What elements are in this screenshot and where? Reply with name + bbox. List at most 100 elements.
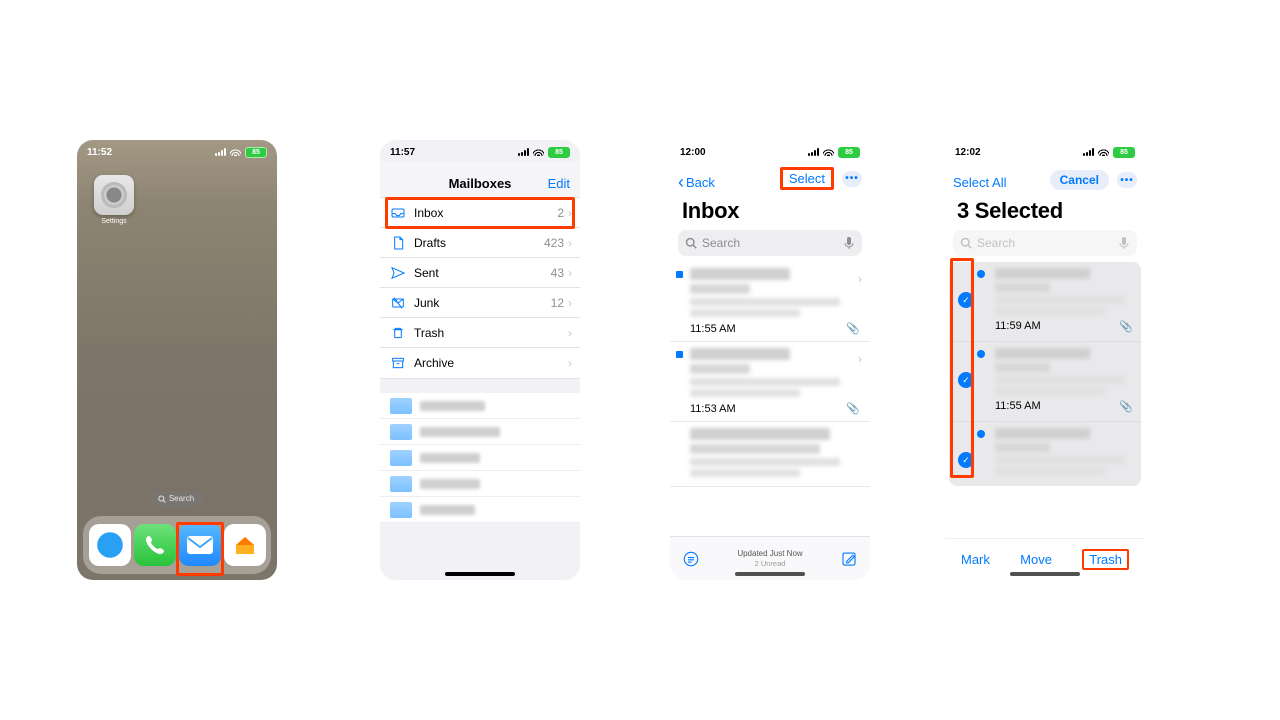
drafts-icon <box>390 235 406 251</box>
preview-blurred <box>995 387 1105 395</box>
message-row[interactable]: › 11:55 AM 📎 <box>670 262 870 342</box>
sender-blurred <box>690 428 830 440</box>
subject-blurred <box>995 363 1050 372</box>
subject-blurred <box>690 364 750 374</box>
archive-icon <box>390 355 406 371</box>
sender-blurred <box>690 268 790 280</box>
message-time: 11:55 AM <box>995 400 1041 413</box>
message-row[interactable]: ✓ 11:55 AM📎 <box>949 342 1141 422</box>
attachment-icon: 📎 <box>1119 400 1133 413</box>
more-button[interactable]: ••• <box>1117 172 1137 188</box>
highlight-inbox-row <box>385 197 575 229</box>
select-button[interactable]: Select <box>780 167 834 190</box>
settings-app[interactable]: Settings <box>92 175 136 225</box>
status-right: 85 <box>808 147 860 158</box>
preview-blurred <box>995 307 1105 315</box>
mailbox-junk[interactable]: Junk 12 › <box>380 288 580 318</box>
status-bar: 12:02 85 <box>945 140 1145 162</box>
wifi-icon <box>1098 148 1109 156</box>
trash-button[interactable]: Trash <box>1082 549 1129 570</box>
nav-bar: Select All Cancel ••• <box>945 162 1145 196</box>
message-time: 11:55 AM <box>690 323 736 335</box>
safari-app[interactable] <box>89 524 131 566</box>
sender-blurred <box>995 268 1090 279</box>
cellular-icon <box>1083 148 1094 156</box>
status-right: 85 <box>1083 147 1135 158</box>
preview-blurred <box>690 378 840 386</box>
message-time: 11:53 AM <box>690 403 736 415</box>
phone-app[interactable] <box>134 524 176 566</box>
home-indicator[interactable] <box>445 572 515 576</box>
folder-row[interactable] <box>380 497 580 523</box>
unread-indicator <box>676 351 683 358</box>
chevron-right-icon: › <box>566 266 574 280</box>
preview-blurred <box>995 296 1125 304</box>
status-bar: 12:00 85 <box>670 140 870 162</box>
clock: 12:00 <box>680 147 706 158</box>
folder-row[interactable] <box>380 393 580 419</box>
search-placeholder: Search <box>977 236 1015 250</box>
attachment-icon: 📎 <box>1119 320 1133 333</box>
mark-button[interactable]: Mark <box>961 552 990 567</box>
folder-row[interactable] <box>380 445 580 471</box>
cancel-button[interactable]: Cancel <box>1050 170 1109 190</box>
folder-icon <box>390 502 412 518</box>
message-row[interactable] <box>670 422 870 487</box>
home-screen: 11:52 85 Settings Search <box>77 140 277 580</box>
cellular-icon <box>808 148 819 156</box>
edit-button[interactable]: Edit <box>548 176 570 191</box>
sender-blurred <box>690 348 790 360</box>
folder-label-blurred <box>420 453 480 463</box>
move-button[interactable]: Move <box>1020 552 1052 567</box>
home-app[interactable] <box>224 524 266 566</box>
inbox-screen: 12:00 85 Back Select ••• Inbox Search › … <box>670 140 870 580</box>
subject-blurred <box>690 444 820 454</box>
search-field[interactable]: Search <box>678 230 862 256</box>
home-indicator[interactable] <box>1010 572 1080 576</box>
filter-button[interactable] <box>682 550 700 568</box>
search-icon <box>960 237 972 249</box>
account-section <box>380 393 580 523</box>
unread-indicator <box>676 271 683 278</box>
home-indicator[interactable] <box>735 572 805 576</box>
folder-label-blurred <box>420 401 485 411</box>
folder-row[interactable] <box>380 471 580 497</box>
message-row[interactable]: ✓ 11:59 AM📎 <box>949 262 1141 342</box>
mailboxes-screen: 11:57 85 Mailboxes Edit Inbox 2 › Drafts… <box>380 140 580 580</box>
chevron-right-icon: › <box>566 326 574 340</box>
clock: 11:57 <box>390 147 415 158</box>
message-list-selected: ✓ 11:59 AM📎 ✓ 11:55 AM📎 ✓ <box>949 262 1141 486</box>
status-right: 85 <box>518 147 570 158</box>
attachment-icon: 📎 <box>846 322 860 335</box>
message-row[interactable]: › 11:53 AM📎 <box>670 342 870 422</box>
sender-blurred <box>995 348 1090 359</box>
wifi-icon <box>230 148 241 156</box>
dictation-icon[interactable] <box>844 236 854 250</box>
mailbox-archive[interactable]: Archive › <box>380 348 580 378</box>
select-all-button[interactable]: Select All <box>953 175 1006 190</box>
preview-blurred <box>690 469 800 477</box>
preview-blurred <box>690 458 840 466</box>
clock: 12:02 <box>955 147 981 158</box>
mailbox-drafts[interactable]: Drafts 423 › <box>380 228 580 258</box>
preview-blurred <box>690 309 800 317</box>
spotlight-search-pill[interactable]: Search <box>151 491 203 506</box>
mailbox-sent[interactable]: Sent 43 › <box>380 258 580 288</box>
folder-icon <box>390 476 412 492</box>
compose-button[interactable] <box>840 550 858 568</box>
dictation-icon <box>1119 236 1129 250</box>
back-button[interactable]: Back <box>678 175 715 190</box>
preview-blurred <box>690 298 840 306</box>
highlight-mail-app <box>176 522 224 576</box>
message-row[interactable]: ✓ <box>949 422 1141 486</box>
message-time: 11:59 AM <box>995 320 1041 333</box>
wifi-icon <box>533 148 544 156</box>
chevron-right-icon: › <box>858 272 862 286</box>
cellular-icon <box>215 148 226 156</box>
status-bar: 11:57 85 <box>380 140 580 162</box>
folder-row[interactable] <box>380 419 580 445</box>
folder-label-blurred <box>420 505 475 515</box>
mailbox-trash[interactable]: Trash › <box>380 318 580 348</box>
preview-blurred <box>995 376 1125 384</box>
more-button[interactable]: ••• <box>842 171 862 187</box>
